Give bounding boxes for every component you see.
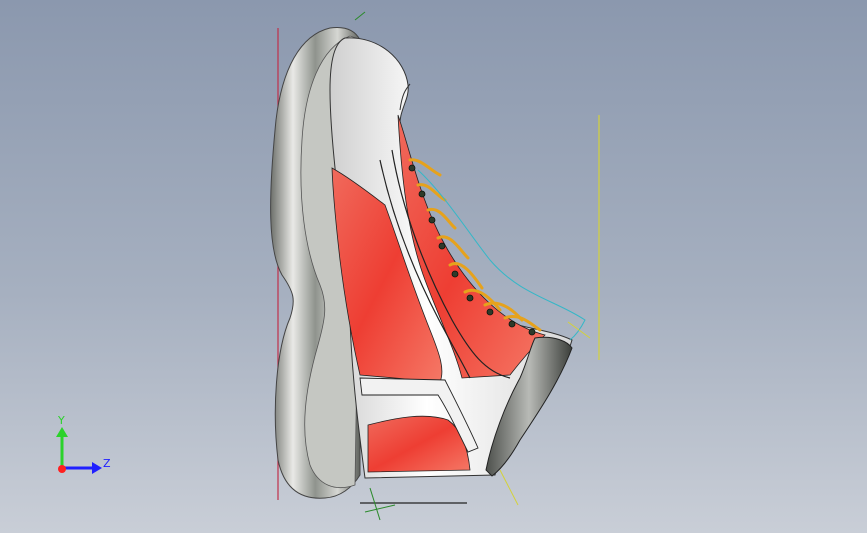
toe-sketch-line bbox=[567, 321, 591, 339]
3d-viewport[interactable]: Y Z bbox=[0, 0, 867, 533]
z-axis-label: Z bbox=[103, 457, 111, 470]
bottom-green-line-a bbox=[369, 487, 381, 521]
heel-sketch-line bbox=[499, 469, 519, 506]
shoe-model[interactable] bbox=[0, 0, 867, 533]
x-axis-dot bbox=[58, 465, 66, 473]
bottom-green-line-b bbox=[364, 504, 396, 513]
z-axis-arrowhead bbox=[92, 462, 102, 474]
y-axis-arrowhead bbox=[56, 427, 68, 437]
coordinate-triad bbox=[56, 427, 102, 474]
top-sketch-line bbox=[354, 11, 366, 21]
y-axis-label: Y bbox=[58, 414, 65, 427]
